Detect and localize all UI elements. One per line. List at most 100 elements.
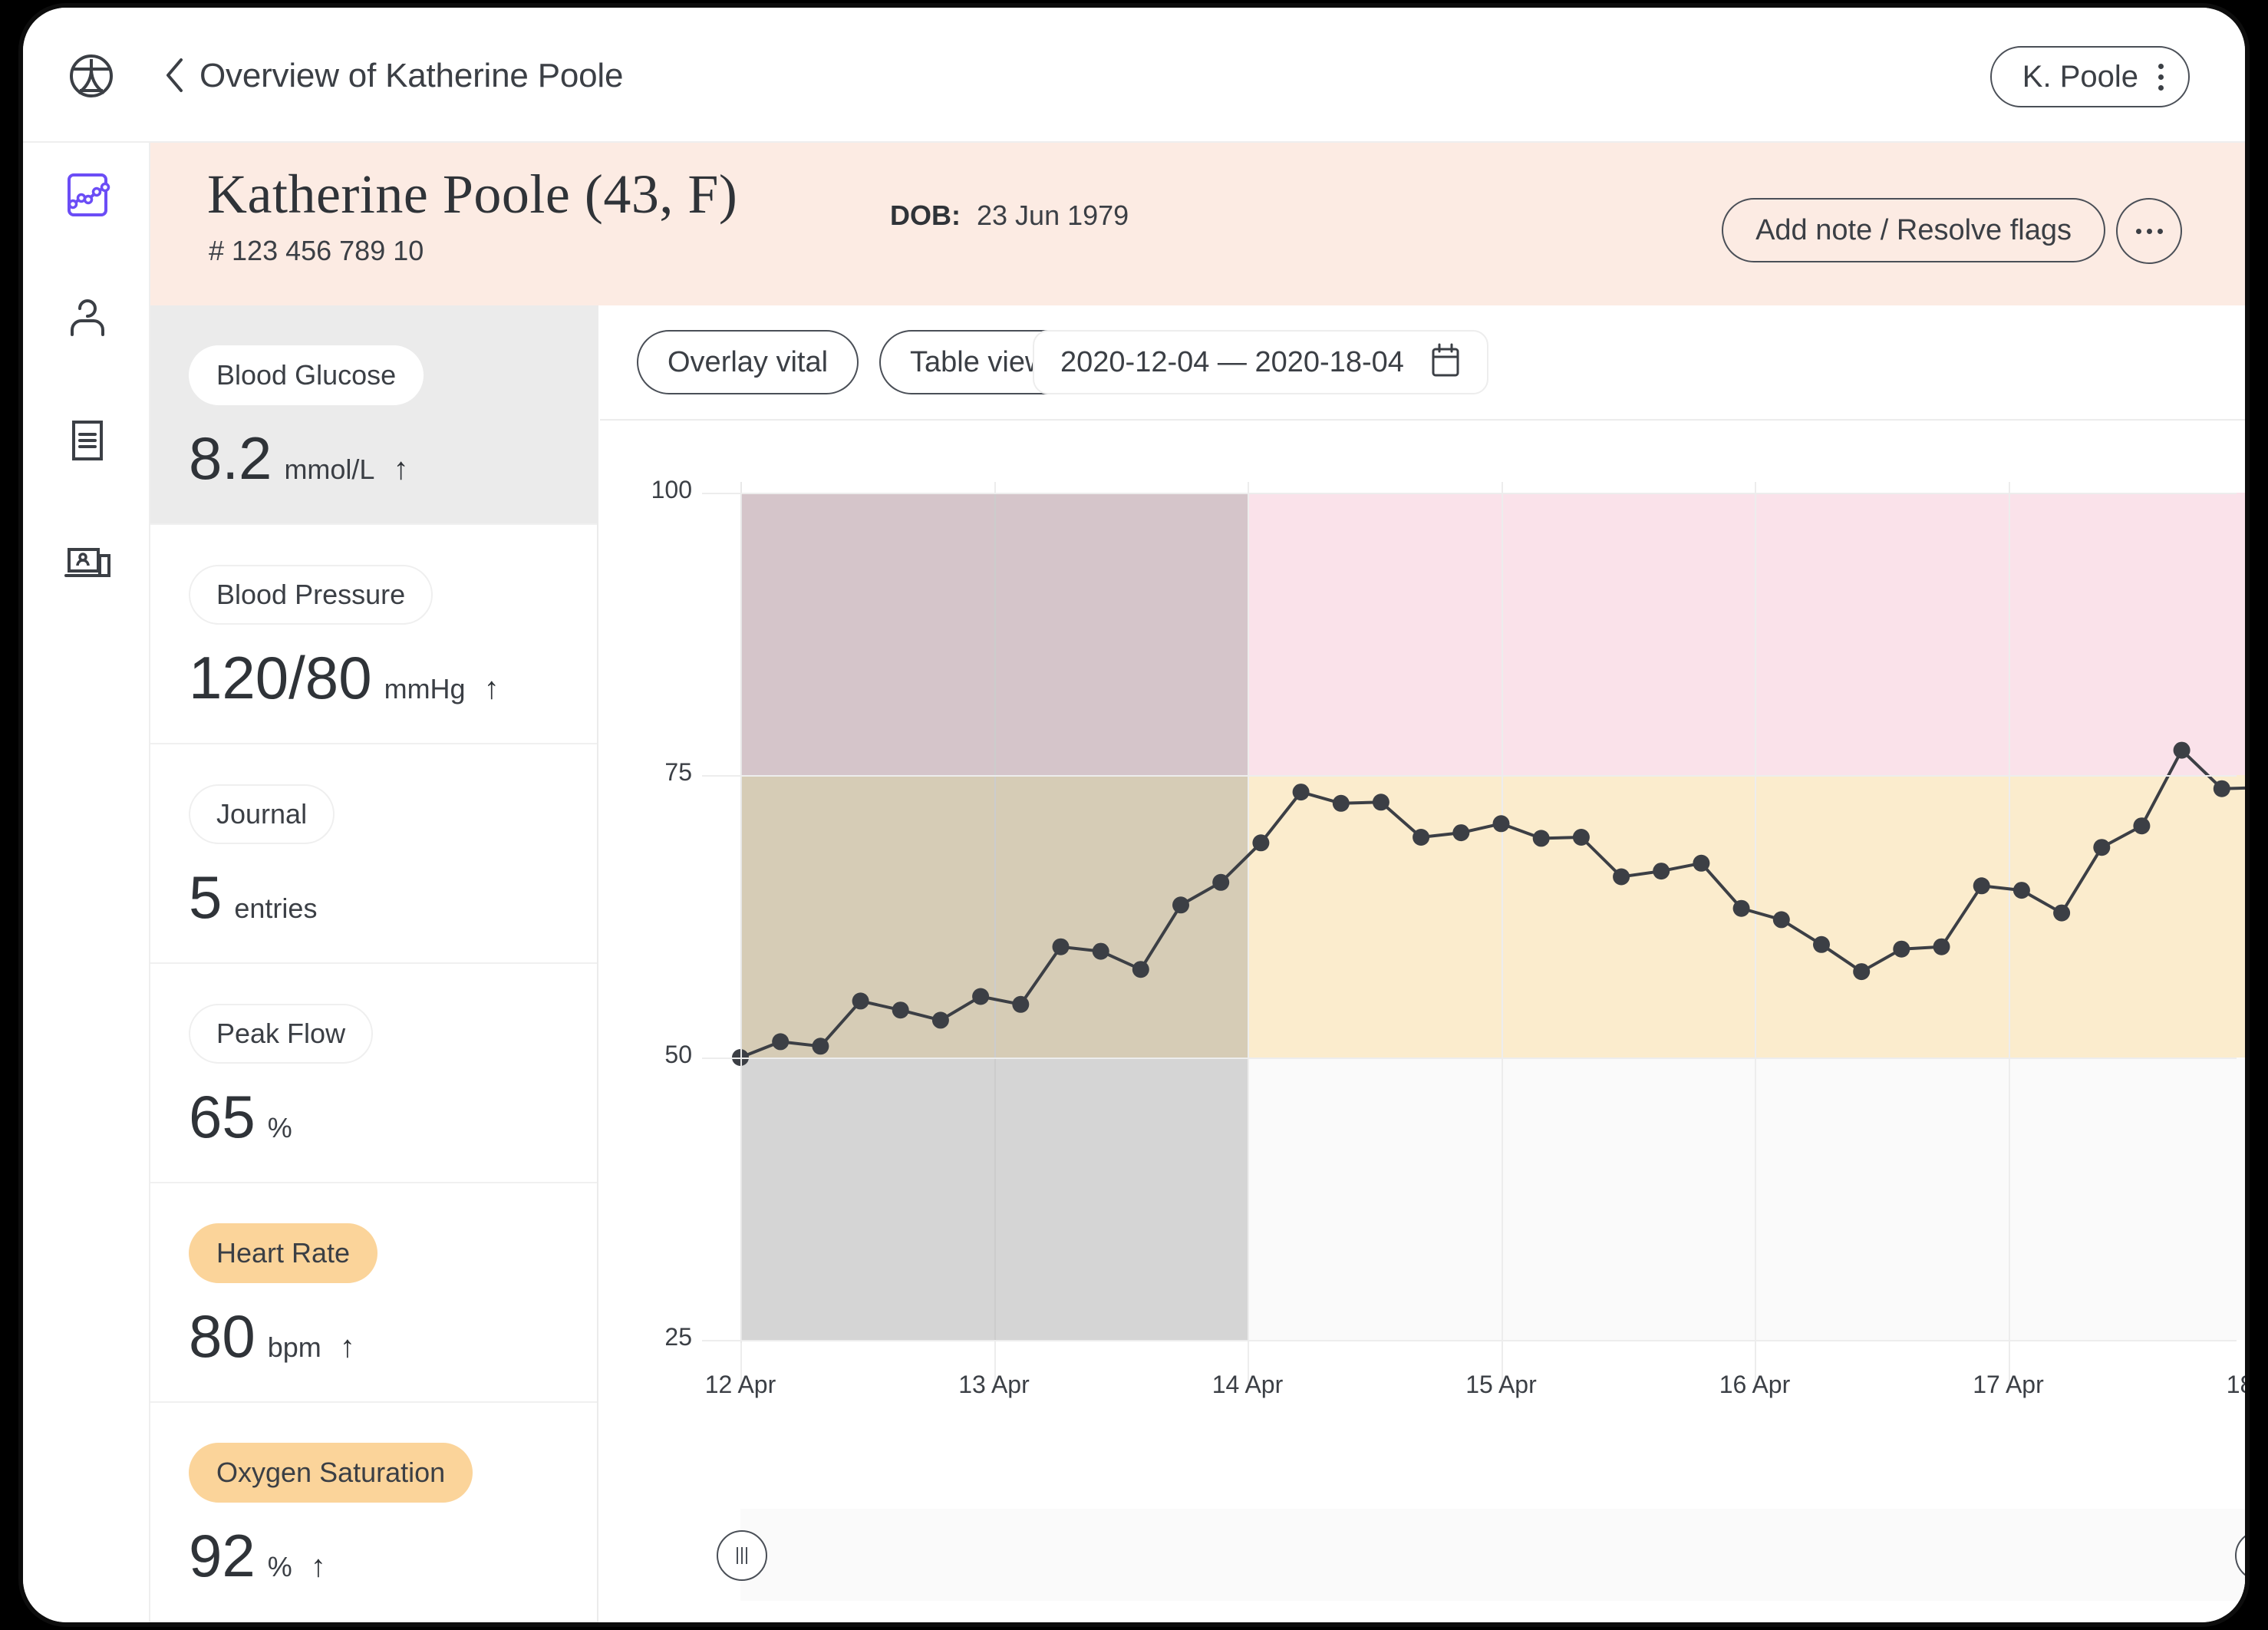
vitals-chart[interactable]: 25 50 75 100 12 Apr 13 Apr 14 Apr 15 Apr 16 Apr… (600, 421, 2245, 1622)
y-axis-tick-label: 75 (664, 758, 692, 786)
calendar-icon[interactable] (1430, 343, 1461, 382)
chart-data-point[interactable] (892, 1001, 909, 1019)
vital-unit: entries (234, 893, 318, 924)
vital-value: 80 (189, 1302, 255, 1370)
chevron-left-icon[interactable] (163, 55, 189, 95)
chart-data-point[interactable] (1813, 935, 1830, 953)
person-icon (71, 299, 104, 336)
chart-data-point[interactable] (2053, 904, 2071, 922)
chart-data-point[interactable] (1853, 963, 1871, 981)
vital-chip[interactable]: Blood Pressure (189, 565, 433, 625)
vital-card-blood-glucose[interactable]: Blood Glucose 8.2 mmol/L ↑ (150, 305, 597, 525)
vital-chip[interactable]: Journal (189, 784, 335, 844)
chart-data-point[interactable] (1292, 784, 1310, 801)
patient-id: # 123 456 789 10 (209, 235, 424, 266)
vital-readout: 65 % (189, 1087, 597, 1147)
chart-data-point[interactable] (1693, 854, 1710, 872)
x-axis-tick-label: 18 Apr (2226, 1371, 2245, 1398)
date-range-label: 2020-12-04 — 2020-18-04 (1060, 345, 1404, 378)
chart-data-point[interactable] (2213, 780, 2230, 797)
ellipsis-horizontal-icon[interactable] (2116, 198, 2182, 264)
vital-value: 8.2 (189, 424, 272, 492)
chart-data-point[interactable] (1572, 829, 1590, 846)
sidebar-item-patient[interactable] (63, 293, 112, 342)
chart-data-point[interactable] (1933, 938, 1950, 955)
chart-data-point[interactable] (812, 1038, 829, 1055)
vital-chip[interactable]: Peak Flow (189, 1004, 374, 1064)
vital-readout: 80 bpm ↑ (189, 1306, 597, 1366)
chart-data-point[interactable] (772, 1033, 790, 1051)
top-bar: Overview of Katherine Poole K. Poole (23, 8, 2245, 143)
vital-card-peak-flow[interactable]: Peak Flow 65 % (150, 964, 597, 1183)
date-range-picker[interactable]: 2020-12-04 — 2020-18-04 (1033, 330, 1488, 394)
drag-handle-icon[interactable] (2235, 1530, 2245, 1581)
chart-data-point[interactable] (1893, 940, 1910, 958)
vital-card-oxygen-saturation[interactable]: Oxygen Saturation 92 % ↑ (150, 1403, 597, 1622)
chart-data-point[interactable] (931, 1011, 949, 1029)
left-nav-rail (23, 143, 150, 1622)
chart-data-point[interactable] (1613, 868, 1630, 886)
laptop-phone-icon (64, 548, 110, 577)
kebab-vertical-icon[interactable] (2158, 63, 2164, 91)
y-axis-tick-label: 50 (664, 1041, 692, 1068)
chart-data-point[interactable] (1492, 815, 1510, 833)
chart-data-point[interactable] (1532, 830, 1550, 847)
chart-data-point[interactable] (2093, 839, 2111, 856)
vital-readout: 92 % ↑ (189, 1526, 597, 1585)
vital-chip[interactable]: Oxygen Saturation (189, 1443, 473, 1503)
add-note-resolve-flags-button[interactable]: Add note / Resolve flags (1722, 198, 2105, 262)
sidebar-item-devices[interactable] (63, 539, 112, 588)
trend-up-icon: ↑ (310, 1549, 326, 1583)
chart-data-point[interactable] (1332, 794, 1350, 812)
user-menu-button[interactable]: K. Poole (1989, 46, 2190, 107)
chart-series-heart-rate (732, 741, 2245, 1066)
vital-value: 5 (189, 863, 223, 931)
overlay-vital-button[interactable]: Overlay vital (637, 330, 859, 394)
chart-data-point[interactable] (1732, 899, 1750, 917)
vital-chip[interactable]: Blood Glucose (189, 345, 424, 405)
sidebar-item-documents[interactable] (63, 416, 112, 465)
tablet-device-frame: Overview of Katherine Poole K. Poole Kat… (23, 8, 2245, 1622)
chart-data-point[interactable] (1653, 863, 1670, 880)
chart-gridline (702, 493, 2237, 494)
chart-data-point[interactable] (1413, 829, 1430, 846)
sidebar-item-charts[interactable] (63, 170, 112, 219)
vital-readout: 8.2 mmol/L ↑ (189, 428, 597, 488)
chart-data-point[interactable] (2173, 741, 2191, 759)
chart-data-point[interactable] (1772, 911, 1790, 929)
x-axis-tick-label: 13 Apr (958, 1371, 1030, 1398)
y-axis-line (740, 482, 742, 1343)
chart-data-point[interactable] (2133, 817, 2151, 835)
chart-data-point[interactable] (1372, 794, 1389, 811)
chart-data-point[interactable] (1052, 938, 1070, 955)
x-axis-tick-label: 14 Apr (1211, 1371, 1284, 1398)
chart-data-point[interactable] (972, 988, 990, 1005)
vital-unit: mmol/L (284, 454, 375, 485)
vital-chip[interactable]: Heart Rate (189, 1223, 378, 1283)
vitals-list[interactable]: Blood Glucose 8.2 mmol/L ↑ Blood Pressur… (150, 305, 598, 1622)
vital-card-blood-pressure[interactable]: Blood Pressure 120/80 mmHg ↑ (150, 525, 597, 744)
vital-readout: 5 entries (189, 867, 597, 927)
document-lines-icon (72, 421, 103, 460)
chart-data-point[interactable] (1092, 942, 1109, 960)
dob-label: DOB: (890, 200, 961, 231)
chart-gridline (702, 775, 2237, 777)
chart-data-point[interactable] (1973, 877, 1990, 895)
chart-data-point[interactable] (2013, 882, 2030, 899)
page-title: Katherine Poole (43, F) (207, 163, 738, 225)
vital-card-heart-rate[interactable]: Heart Rate 80 bpm ↑ (150, 1183, 597, 1403)
chart-data-point[interactable] (1252, 834, 1270, 852)
chart-data-point[interactable] (1132, 961, 1149, 978)
vital-card-journal[interactable]: Journal 5 entries (150, 744, 597, 964)
chart-plot-area[interactable] (732, 482, 2245, 1391)
chart-data-point[interactable] (1212, 873, 1230, 891)
x-axis-tick-label: 12 Apr (704, 1371, 776, 1398)
chart-data-point[interactable] (1172, 896, 1189, 914)
chart-toolbar: Overlay vital Table view 2020-12-04 — 20… (600, 305, 2245, 421)
chart-data-point[interactable] (1452, 824, 1470, 842)
y-axis-tick-label: 25 (664, 1323, 692, 1351)
chart-data-point[interactable] (1012, 995, 1030, 1013)
drag-handle-icon[interactable] (717, 1530, 767, 1581)
chart-range-scrollbar[interactable] (717, 1509, 2245, 1601)
chart-data-point[interactable] (852, 992, 869, 1010)
